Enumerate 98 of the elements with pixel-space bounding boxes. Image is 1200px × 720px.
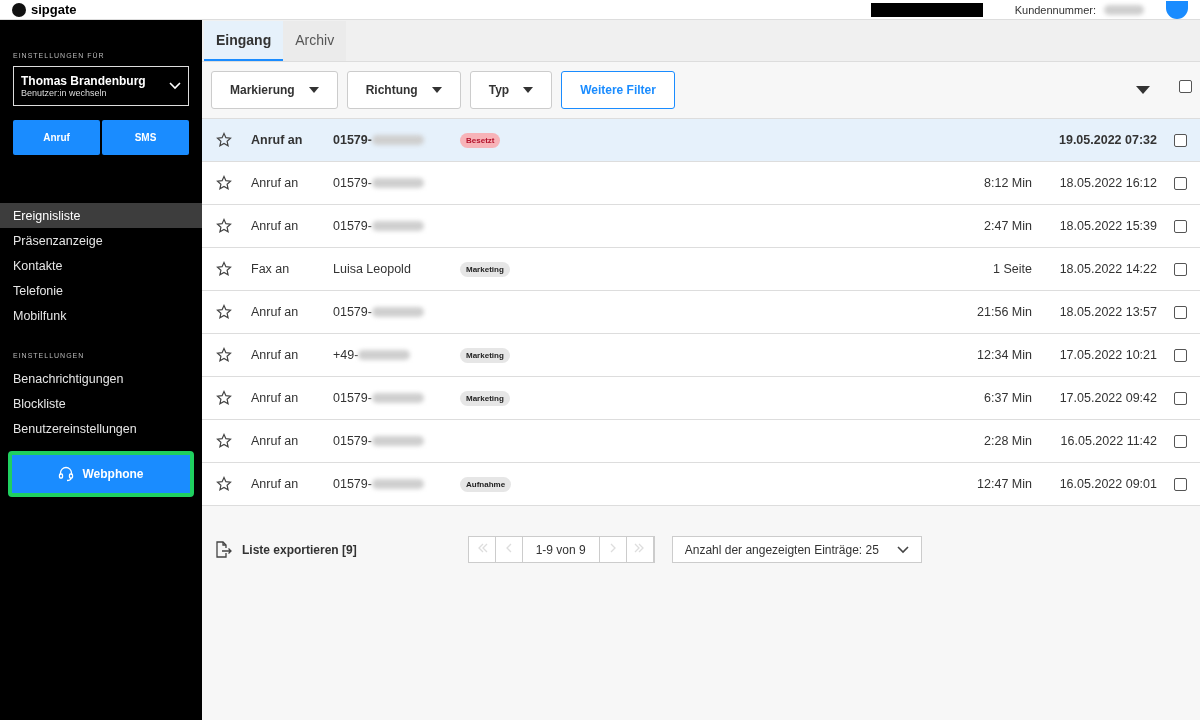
row-checkbox[interactable] (1174, 305, 1187, 319)
row-checkbox[interactable] (1174, 176, 1187, 190)
contact: 01579- (333, 434, 372, 448)
row-checkbox[interactable] (1174, 133, 1187, 147)
filter-dropdown[interactable]: Markierung (211, 71, 338, 109)
row-checkbox[interactable] (1174, 391, 1187, 405)
nav-item[interactable]: Kontakte (0, 253, 202, 278)
duration: 12:47 Min (977, 477, 1032, 491)
duration: 12:34 Min (977, 348, 1032, 362)
event-type: Fax an (251, 262, 291, 276)
date: 18.05.2022 16:12 (1058, 176, 1157, 190)
star-icon[interactable] (216, 476, 232, 492)
tag: Besetzt (460, 132, 501, 148)
nav-item[interactable]: Blockliste (0, 391, 202, 416)
row-checkbox[interactable] (1174, 219, 1187, 233)
customer-number-label: Kundennummer: (1014, 3, 1096, 16)
date: 18.05.2022 14:22 (1058, 262, 1157, 276)
date: 19.05.2022 07:32 (1058, 133, 1157, 147)
event-type: Anruf an (251, 133, 304, 147)
date: 18.05.2022 13:57 (1058, 305, 1157, 319)
page-size-dropdown[interactable]: Anzahl der angezeigten Einträge: 25 (671, 536, 922, 563)
caret-icon[interactable] (1136, 86, 1150, 94)
contact: 01579- (333, 477, 372, 491)
duration: 21:56 Min (977, 305, 1032, 319)
nav-item[interactable]: Telefonie (0, 278, 202, 303)
tag: Marketing (460, 347, 510, 363)
redacted-blur (1104, 4, 1144, 15)
event-type: Anruf an (251, 176, 300, 190)
header-button[interactable] (870, 2, 983, 17)
tab[interactable]: Archiv (283, 21, 347, 61)
contact: 01579- (333, 133, 372, 147)
event-type: Anruf an (251, 434, 300, 448)
duration: 1 Seite (993, 262, 1032, 276)
star-icon[interactable] (216, 261, 232, 277)
caret-icon (431, 87, 442, 93)
event-type: Anruf an (251, 219, 300, 233)
tab[interactable]: Eingang (204, 21, 284, 61)
event-row[interactable]: Anruf an 01579- 21:56 Min 18.05.2022 13:57 (202, 291, 1200, 334)
event-type: Anruf an (251, 477, 300, 491)
star-icon[interactable] (216, 433, 232, 449)
export-file-icon (216, 540, 232, 559)
star-icon[interactable] (216, 132, 232, 148)
date: 17.05.2022 10:21 (1058, 348, 1157, 362)
event-row[interactable]: Anruf an 01579- 2:47 Min 18.05.2022 15:39 (202, 205, 1200, 248)
contact: Luisa Leopold (333, 262, 411, 276)
star-icon[interactable] (216, 347, 232, 363)
row-checkbox[interactable] (1174, 434, 1187, 448)
row-checkbox[interactable] (1174, 262, 1187, 276)
chevron-down-icon (896, 545, 909, 554)
tag: Marketing (460, 390, 510, 406)
avatar[interactable] (1166, 0, 1188, 19)
caret-icon (308, 87, 319, 93)
headset-icon (58, 466, 75, 482)
nav-item[interactable]: Benutzereinstellungen (0, 416, 202, 441)
filter-dropdown[interactable]: Typ (469, 71, 553, 109)
contact: 01579- (333, 219, 372, 233)
nav-item[interactable]: Ereignisliste (0, 203, 202, 228)
duration: 6:37 Min (984, 391, 1032, 405)
date: 18.05.2022 15:39 (1058, 219, 1157, 233)
event-type: Anruf an (251, 348, 300, 362)
star-icon[interactable] (216, 218, 232, 234)
duration: 2:47 Min (984, 219, 1032, 233)
chevron-down-icon (169, 82, 181, 90)
event-row[interactable]: Anruf an 01579- 2:28 Min 16.05.2022 11:42 (202, 420, 1200, 463)
duration: 8:12 Min (984, 176, 1032, 190)
row-checkbox[interactable] (1174, 477, 1187, 491)
event-type: Anruf an (251, 391, 300, 405)
event-row[interactable]: Anruf an 01579- Besetzt 19.05.2022 07:32 (202, 119, 1200, 162)
date: 16.05.2022 11:42 (1059, 434, 1157, 448)
contact: 01579- (333, 305, 372, 319)
caret-icon (523, 87, 534, 93)
event-row[interactable]: Anruf an 01579- 8:12 Min 18.05.2022 16:12 (202, 162, 1200, 205)
nav-item[interactable]: Mobilfunk (0, 303, 202, 328)
user-switcher[interactable]: Thomas Brandenburg Benutzer:in wechseln (13, 66, 189, 106)
tag: Aufnahme (460, 476, 512, 492)
event-type: Anruf an (251, 305, 300, 319)
event-row[interactable]: Fax an Luisa Leopold Marketing 1 Seite 18.05.2022 14:22 (202, 248, 1200, 291)
nav-item[interactable]: Präsenzanzeige (0, 228, 202, 253)
date: 17.05.2022 09:42 (1058, 391, 1157, 405)
row-checkbox[interactable] (1174, 348, 1187, 362)
page-range: 1-9 von 9 (522, 537, 600, 562)
tag: Marketing (460, 261, 510, 277)
event-row[interactable]: Anruf an 01579- Marketing 6:37 Min 17.05.2022 09:42 (202, 377, 1200, 420)
export-link[interactable]: Liste exportieren [9] (216, 540, 357, 559)
nav-item[interactable]: Benachrichtigungen (0, 366, 202, 391)
date: 16.05.2022 09:01 (1058, 477, 1157, 491)
star-icon[interactable] (216, 390, 232, 406)
contact: 01579- (333, 176, 372, 190)
contact: +49- (333, 348, 359, 362)
duration: 2:28 Min (984, 434, 1032, 448)
event-row[interactable]: Anruf an +49- Marketing 12:34 Min 17.05.2022 10:21 (202, 334, 1200, 377)
select-all-checkbox[interactable] (1179, 79, 1192, 93)
star-icon[interactable] (216, 304, 232, 320)
star-icon[interactable] (216, 175, 232, 191)
event-row[interactable]: Anruf an 01579- Aufnahme 12:47 Min 16.05.2022 09:01 (202, 463, 1200, 506)
filter-dropdown[interactable]: Richtung (346, 71, 461, 109)
logo[interactable]: sipgate (12, 2, 77, 17)
contact: 01579- (333, 391, 372, 405)
